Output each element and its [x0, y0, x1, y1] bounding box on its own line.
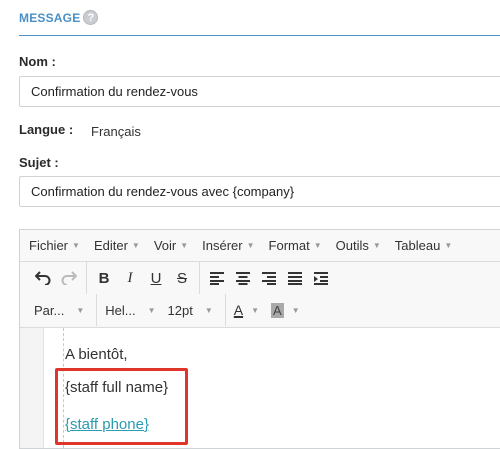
chevron-down-icon: ▼	[251, 305, 260, 315]
chevron-down-icon: ▼	[291, 305, 300, 315]
chevron-down-icon: ▼	[180, 241, 189, 250]
editor-toolbar-1: B I U S	[20, 262, 500, 294]
menu-fichier[interactable]: Fichier ▼	[29, 238, 80, 253]
nom-label: Nom :	[19, 54, 56, 69]
size-select-value: 12pt	[167, 302, 193, 318]
menu-label: Format	[268, 238, 310, 253]
help-icon[interactable]: ?	[83, 10, 99, 25]
background-color-button[interactable]: A ▼	[267, 294, 308, 326]
chevron-down-icon: ▼	[246, 241, 255, 250]
text-color-icon: A	[233, 302, 244, 318]
editor-gutter	[20, 328, 44, 448]
menu-label: Editer	[93, 238, 128, 253]
align-center-icon[interactable]	[230, 265, 256, 291]
menu-outils[interactable]: Outils ▼	[336, 238, 381, 253]
chevron-down-icon: ▼	[444, 241, 453, 250]
menu-label: Outils	[335, 238, 369, 253]
format-select[interactable]: Par... ▼	[30, 294, 92, 326]
chevron-down-icon: ▼	[313, 241, 322, 250]
block-format-group: Par... ▼	[26, 294, 98, 326]
format-select-value: Par...	[34, 302, 65, 318]
chevron-down-icon: ▼	[372, 241, 381, 250]
menu-format[interactable]: Format ▼	[269, 238, 322, 253]
align-right-icon[interactable]	[256, 265, 282, 291]
redo-icon[interactable]	[56, 265, 82, 291]
font-family-select[interactable]: Hel... ▼	[101, 294, 163, 326]
menu-voir[interactable]: Voir ▼	[154, 238, 188, 253]
text-color-button[interactable]: A ▼	[230, 294, 267, 326]
langue-label: Langue :	[19, 122, 74, 137]
indent-icon[interactable]	[308, 265, 334, 291]
editor-menubar: Fichier ▼ Editer ▼ Voir ▼ Insérer ▼ Format ▼ …	[20, 230, 500, 262]
font-select-value: Hel...	[105, 302, 136, 318]
menu-label: Tableau	[394, 238, 441, 253]
chevron-down-icon: ▼	[204, 305, 213, 315]
font-size-select[interactable]: 12pt ▼	[164, 294, 221, 326]
color-group: A ▼ A ▼	[226, 294, 312, 326]
langue-value: Français	[91, 124, 141, 139]
section-title: MESSAGE	[19, 10, 81, 25]
bold-icon[interactable]: B	[91, 265, 117, 291]
strikethrough-icon[interactable]: S	[169, 265, 195, 291]
editor-toolbar-2: Par... ▼ Hel... ▼ 12pt ▼ A ▼ A ▼	[20, 294, 500, 326]
menu-label: Insérer	[202, 238, 243, 253]
chevron-down-icon: ▼	[131, 241, 140, 250]
menu-tableau[interactable]: Tableau ▼	[395, 238, 452, 253]
italic-icon[interactable]: I	[117, 265, 143, 291]
alignment-group	[200, 262, 338, 294]
history-group	[26, 262, 87, 294]
menu-label: Voir	[153, 238, 177, 253]
section-divider	[19, 35, 500, 36]
underline-icon[interactable]: U	[143, 265, 169, 291]
font-group: Hel... ▼ 12pt ▼	[97, 294, 226, 326]
chevron-down-icon: ▼	[76, 305, 85, 315]
content-line-farewell: A bientôt,	[65, 346, 128, 363]
highlight-annotation-box	[55, 368, 188, 445]
sujet-input[interactable]: Confirmation du rendez-vous avec {compan…	[19, 176, 500, 207]
menu-label: Fichier	[29, 238, 69, 253]
undo-icon[interactable]	[30, 265, 56, 291]
menu-inserer[interactable]: Insérer ▼	[202, 238, 254, 253]
section-header: MESSAGE ?	[19, 10, 99, 25]
menu-editer[interactable]: Editer ▼	[94, 238, 140, 253]
chevron-down-icon: ▼	[72, 241, 80, 250]
nom-input[interactable]: Confirmation du rendez-vous	[19, 76, 500, 107]
sujet-label: Sujet :	[19, 155, 59, 170]
align-justify-icon[interactable]	[282, 265, 308, 291]
chevron-down-icon: ▼	[147, 305, 156, 315]
background-color-icon: A	[271, 302, 284, 318]
text-style-group: B I U S	[87, 262, 200, 294]
align-left-icon[interactable]	[204, 265, 230, 291]
